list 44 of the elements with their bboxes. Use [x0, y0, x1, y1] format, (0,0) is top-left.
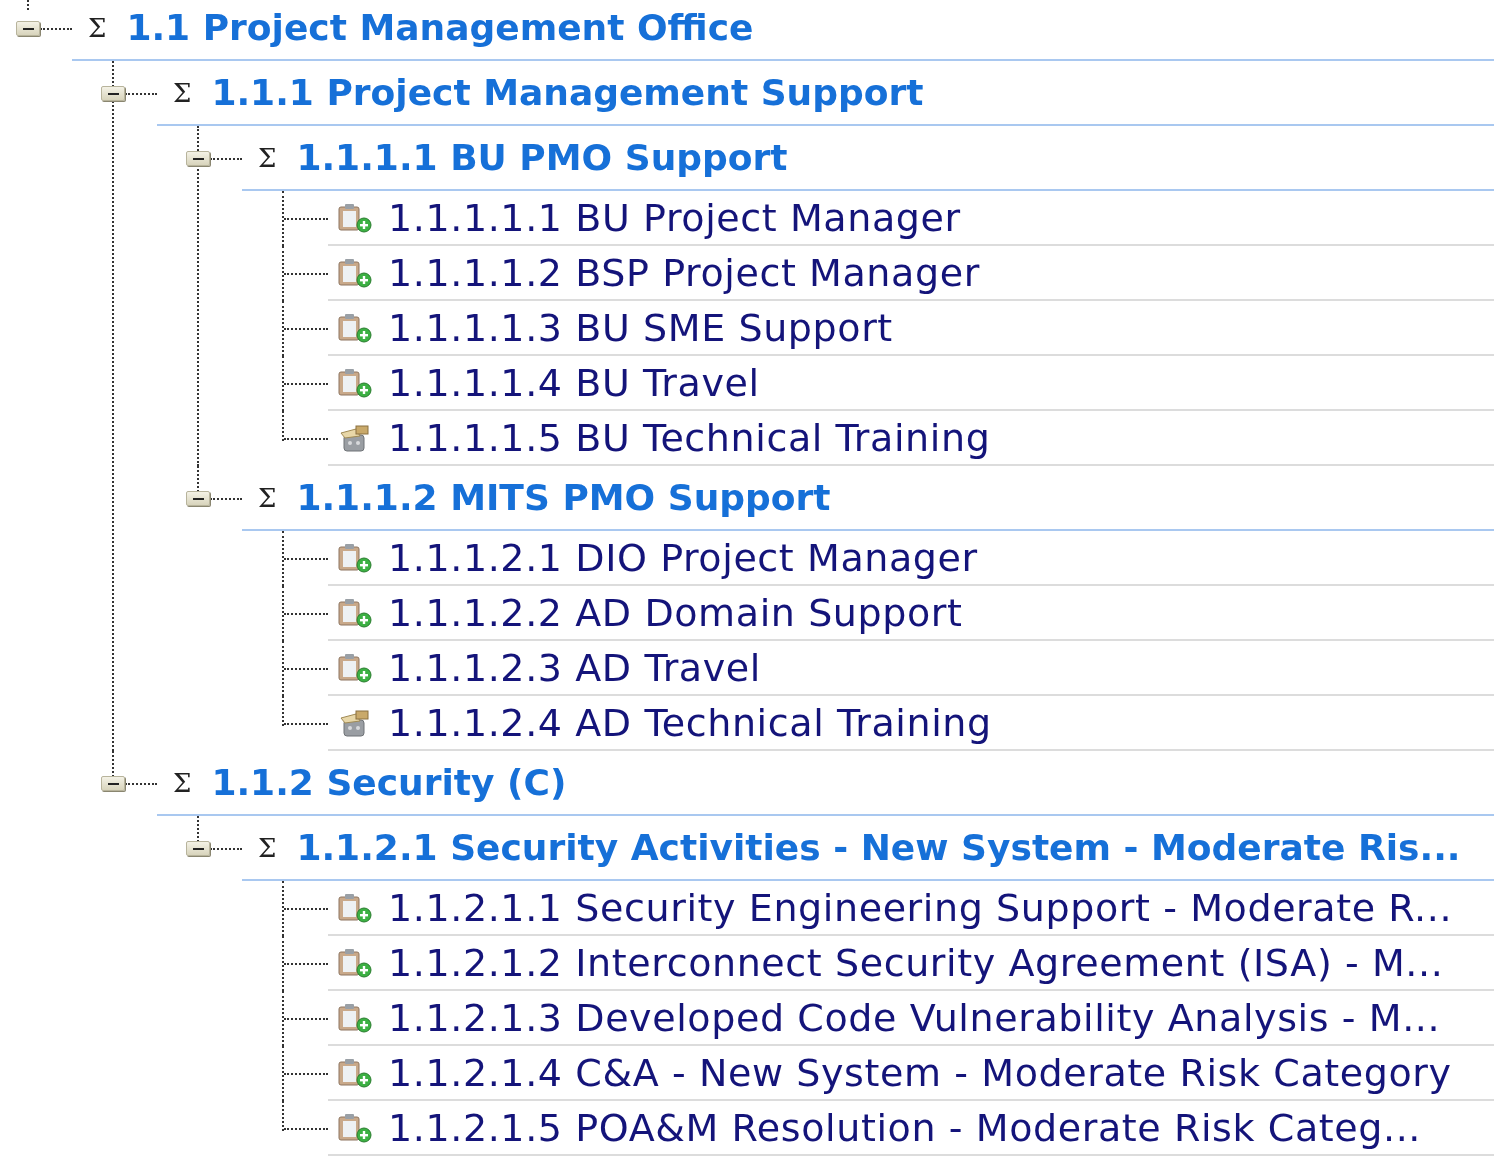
- clipboard-plus-icon: [336, 542, 374, 573]
- task-label[interactable]: 1.1.1.2.4 AD Technical Training: [388, 700, 992, 745]
- clipboard-plus-icon: [336, 1112, 374, 1143]
- task-label[interactable]: 1.1.2.1.1 Security Engineering Support - Moderate R...: [388, 885, 1453, 930]
- sigma-symbol: Σ: [88, 12, 107, 43]
- collapse-button[interactable]: [101, 86, 125, 101]
- task-label[interactable]: 1.1.1.2.3 AD Travel: [388, 645, 761, 690]
- summary-task-label[interactable]: 1.1.1 Project Management Support: [211, 72, 924, 113]
- clipboard-plus-icon: [336, 202, 374, 233]
- summary-task-label[interactable]: 1.1.1.2 MITS PMO Support: [296, 477, 831, 518]
- clipboard-plus-icon: [336, 892, 374, 923]
- task-label[interactable]: 1.1.1.2.1 DIO Project Manager: [388, 535, 978, 580]
- clipboard-plus-icon: [336, 597, 374, 628]
- sigma-symbol: Σ: [173, 767, 192, 798]
- clipboard-plus-icon: [336, 312, 374, 343]
- task-label[interactable]: 1.1.2.1.5 POA&M Resolution - Moderate Risk Categ...: [388, 1105, 1422, 1150]
- summary-task-label[interactable]: 1.1.2 Security (C): [211, 762, 567, 803]
- clipboard-plus-icon: [336, 367, 374, 398]
- clipboard-plus-icon: [336, 652, 374, 683]
- collapse-button[interactable]: [101, 776, 125, 791]
- task-label[interactable]: 1.1.1.1.1 BU Project Manager: [388, 195, 961, 240]
- summary-task-label[interactable]: 1.1.2.1 Security Activities - New System - Moderate Ris...: [296, 827, 1461, 868]
- task-label[interactable]: 1.1.2.1.2 Interconnect Security Agreement (ISA) - M...: [388, 940, 1444, 985]
- summary-task-label[interactable]: 1.1 Project Management Office: [126, 7, 754, 48]
- clipboard-plus-icon: [336, 947, 374, 978]
- summary-task-label[interactable]: 1.1.1.1 BU PMO Support: [296, 137, 788, 178]
- sigma-symbol: Σ: [258, 142, 277, 173]
- task-label[interactable]: 1.1.1.1.3 BU SME Support: [388, 305, 893, 350]
- task-label[interactable]: 1.1.1.2.2 AD Domain Support: [388, 590, 963, 635]
- task-label[interactable]: 1.1.2.1.3 Developed Code Vulnerability Analysis - M...: [388, 995, 1441, 1040]
- task-label[interactable]: 1.1.1.1.2 BSP Project Manager: [388, 250, 980, 295]
- task-label[interactable]: 1.1.1.1.5 BU Technical Training: [388, 415, 991, 460]
- sigma-symbol: Σ: [173, 77, 192, 108]
- task-label[interactable]: 1.1.1.1.4 BU Travel: [388, 360, 760, 405]
- collapse-button[interactable]: [186, 841, 210, 856]
- sigma-symbol: Σ: [258, 482, 277, 513]
- clipboard-plus-icon: [336, 1057, 374, 1088]
- collapse-button[interactable]: [186, 151, 210, 166]
- collapse-button[interactable]: [186, 491, 210, 506]
- clipboard-plus-icon: [336, 1002, 374, 1033]
- sigma-symbol: Σ: [258, 832, 277, 863]
- task-label[interactable]: 1.1.2.1.4 C&A - New System - Moderate Risk Category: [388, 1050, 1452, 1095]
- clipboard-plus-icon: [336, 257, 374, 288]
- collapse-button[interactable]: [16, 21, 40, 36]
